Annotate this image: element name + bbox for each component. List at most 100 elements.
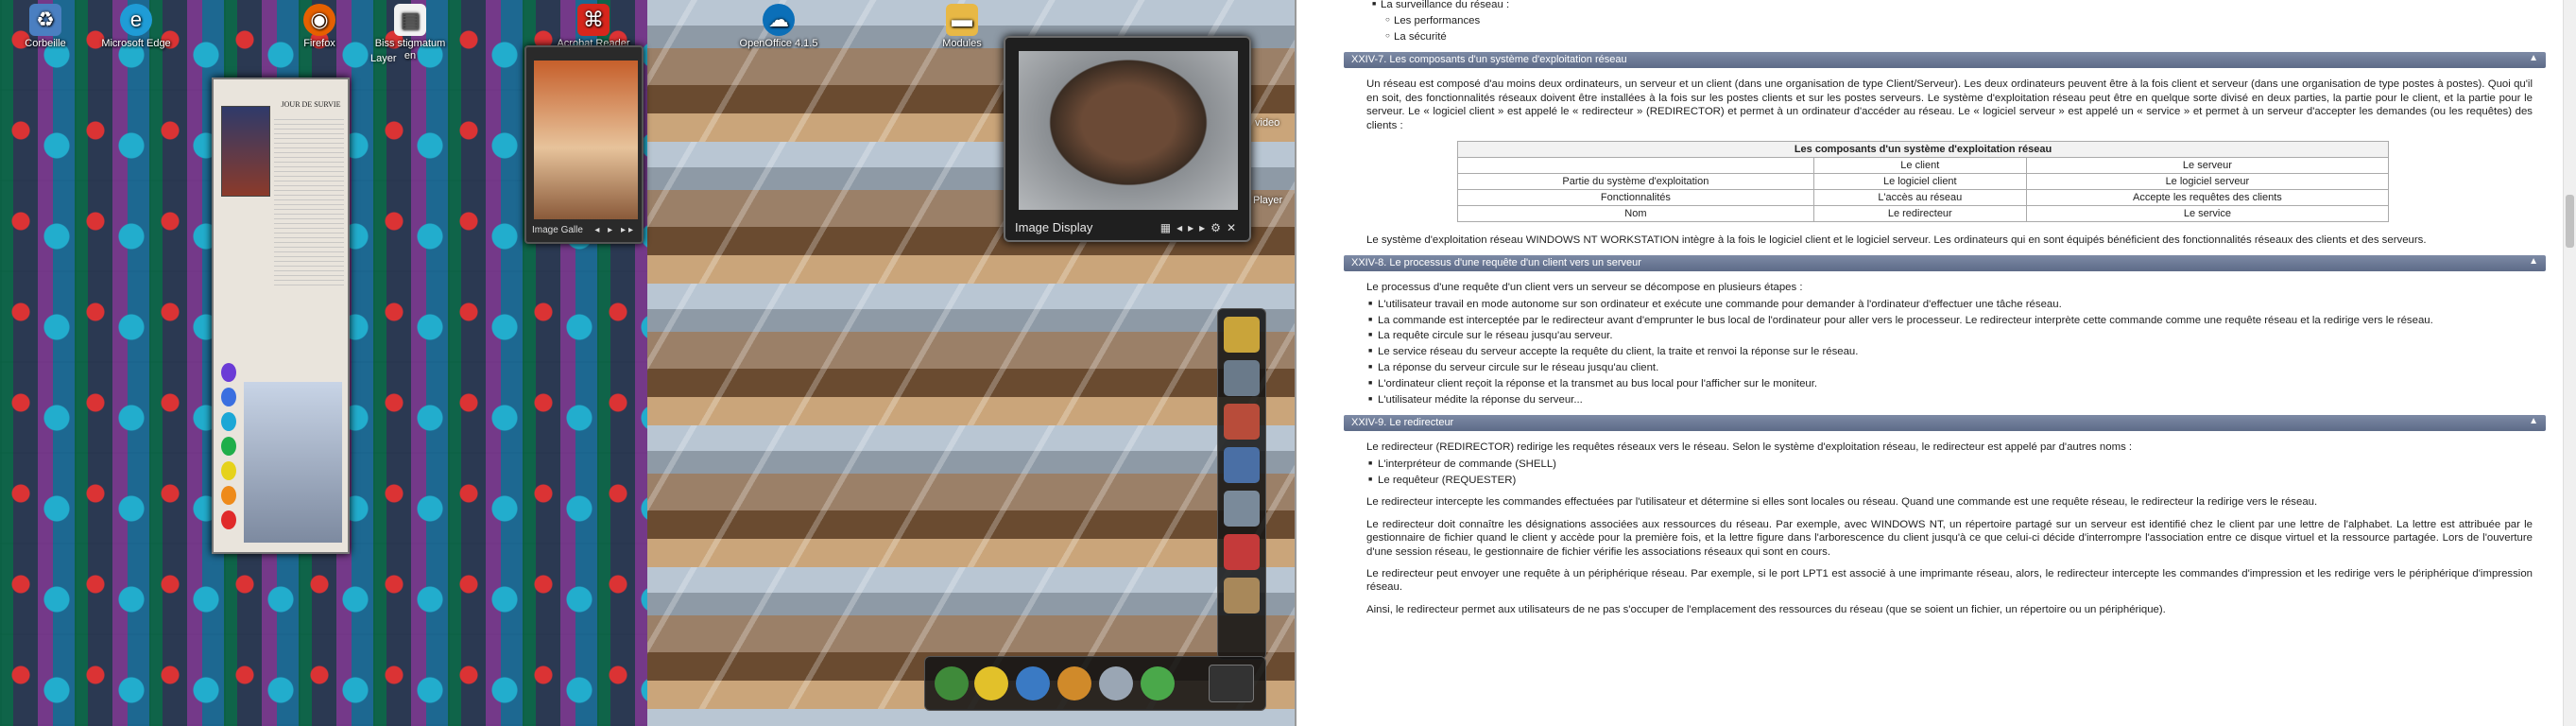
section-title: XXIV-9. Le redirecteur xyxy=(1351,417,1454,429)
acrobat-icon: ⌘ xyxy=(577,4,610,36)
image-display-title: Image Display xyxy=(1015,220,1093,234)
dock-app-icon[interactable] xyxy=(1141,666,1175,700)
scrollbar-thumb[interactable] xyxy=(2566,195,2574,248)
image-display-window[interactable]: Image Display ▦◂▸▸⚙✕ xyxy=(1004,36,1251,242)
collapse-icon[interactable]: ▲ xyxy=(2529,256,2538,267)
table-cell xyxy=(1457,157,1814,175)
chakra-dots xyxy=(221,363,240,535)
document-content: La surveillance du réseau : Les performa… xyxy=(1344,0,2546,625)
settings-icon[interactable]: ⚙ xyxy=(1211,221,1227,234)
statue-image xyxy=(244,382,342,543)
paragraph: Le redirecteur (REDIRECTOR) redirige les… xyxy=(1366,441,2133,454)
table-cell: Accepte les requêtes des clients xyxy=(2025,189,2390,207)
desktop-icon-modules[interactable]: ▬ Modules xyxy=(922,4,1002,50)
play-icon[interactable]: ▸ xyxy=(1188,221,1199,234)
dock-app-icon[interactable] xyxy=(1224,491,1260,527)
table-cell: Le client xyxy=(1812,157,2027,175)
table-cell: Nom xyxy=(1457,205,1814,223)
dock-app-icon[interactable] xyxy=(1224,578,1260,614)
dock-app-icon[interactable] xyxy=(1099,666,1133,700)
close-icon[interactable]: ✕ xyxy=(1227,221,1242,234)
table-cell: Fonctionnalités xyxy=(1457,189,1814,207)
paragraph: Le système d'exploitation réseau WINDOWS… xyxy=(1366,234,2427,247)
list-item: La réponse du serveur circule sur le rés… xyxy=(1368,360,2546,376)
desktop-icon-label: Modules xyxy=(942,38,982,49)
recycle-bin-icon: ♻ xyxy=(29,4,61,36)
paragraph: Le redirecteur peut envoyer une requête … xyxy=(1366,568,2533,594)
document-viewer: La surveillance du réseau : Les performa… xyxy=(1295,0,2576,726)
components-table: Les composants d'un système d'exploitati… xyxy=(1457,141,2390,223)
edge-icon: e xyxy=(120,4,152,36)
wallpaper-mountain xyxy=(647,425,1295,567)
paragraph: Ainsi, le redirecteur permet aux utilisa… xyxy=(1366,603,2166,615)
next-icon[interactable]: ▸ xyxy=(1199,221,1211,234)
list-item: La requête circule sur le réseau jusqu'a… xyxy=(1368,328,2546,344)
top-list: La surveillance du réseau : xyxy=(1372,0,2546,13)
dock-app-icon[interactable] xyxy=(1016,666,1050,700)
poster-title: JOUR DE SURVIE xyxy=(281,100,341,109)
table-row: Nom Le redirecteur Le service xyxy=(1457,205,2390,223)
dock-grid-icon[interactable] xyxy=(1209,665,1254,702)
collapse-icon[interactable]: ▲ xyxy=(2529,53,2538,63)
dock-app-icon[interactable] xyxy=(1057,666,1091,700)
section-header[interactable]: XXIV-7. Les composants d'un système d'ex… xyxy=(1344,52,2546,69)
poster-gadget[interactable]: JOUR DE SURVIE xyxy=(212,78,350,554)
vertical-dock xyxy=(1217,308,1266,660)
dock-app-icon[interactable] xyxy=(1224,317,1260,353)
table-cell: Le service xyxy=(2025,205,2390,223)
desktop-icon-label: OpenOffice 4.1.5 xyxy=(739,38,818,49)
desktop-icon-edge[interactable]: e Microsoft Edge xyxy=(96,4,176,50)
dock-app-icon[interactable] xyxy=(974,666,1008,700)
previous-icon[interactable]: ◂ xyxy=(1176,221,1188,234)
firefox-icon: ◉ xyxy=(303,4,335,36)
desktop-ghost-label: Layer xyxy=(370,53,397,64)
section-header[interactable]: XXIV-9. Le redirecteur ▲ xyxy=(1344,415,2546,432)
paragraph: Le redirecteur doit connaître les désign… xyxy=(1366,518,2533,558)
section-body: Le processus d'une requête d'un client v… xyxy=(1344,271,2546,294)
desktop-icon-openoffice[interactable]: ☁ OpenOffice 4.1.5 xyxy=(739,4,818,50)
names-list: L'interpréteur de commande (SHELL) Le re… xyxy=(1368,457,2546,489)
section-body: Un réseau est composé d'au moins deux or… xyxy=(1344,68,2546,132)
grid-icon[interactable]: ▦ xyxy=(1160,221,1176,234)
list-item: L'utilisateur médite la réponse du serve… xyxy=(1368,392,2546,408)
list-item: Le service réseau du serveur accepte la … xyxy=(1368,344,2546,360)
desktop-ghost-label: Player xyxy=(1253,195,1283,206)
photo-gadget[interactable]: Image Galle ◂ ▸ ▸▸ xyxy=(524,45,644,244)
table-row: Le client Le serveur xyxy=(1457,157,2390,175)
desktop-icon-firefox[interactable]: ◉ Firefox xyxy=(280,4,359,50)
table-cell: Le logiciel client xyxy=(1812,173,2027,191)
document-icon: ▤ xyxy=(394,4,426,36)
table-cell: Le serveur xyxy=(2025,157,2390,175)
dock-app-icon[interactable] xyxy=(1224,534,1260,570)
paragraph: Le redirecteur intercepte les commandes … xyxy=(1366,496,2318,509)
openoffice-icon: ☁ xyxy=(763,4,795,36)
section-body: Le redirecteur intercepte les commandes … xyxy=(1344,493,2546,616)
vertical-scrollbar[interactable] xyxy=(2563,0,2576,726)
portrait-image xyxy=(221,106,270,197)
table-caption: Les composants d'un système d'exploitati… xyxy=(1457,141,2389,159)
table-cell: L'accès au réseau xyxy=(1812,189,2027,207)
desktop-ghost-label: video xyxy=(1255,117,1280,129)
section-title: XXIV-7. Les composants d'un système d'ex… xyxy=(1351,54,1627,66)
photo-gadget-controls-icon[interactable]: ◂ ▸ ▸▸ xyxy=(594,225,636,235)
section-body: Le système d'exploitation réseau WINDOWS… xyxy=(1344,233,2546,247)
dock-app-icon[interactable] xyxy=(1224,447,1260,483)
list-item: La sécurité xyxy=(1385,28,2546,45)
paragraph: Le processus d'une requête d'un client v… xyxy=(1366,282,1803,294)
list-item: La surveillance du réseau : xyxy=(1372,0,2546,13)
poster-text-lines xyxy=(274,115,344,285)
dock-app-icon[interactable] xyxy=(935,666,969,700)
list-item: L'interpréteur de commande (SHELL) xyxy=(1368,457,2546,473)
dock-app-icon[interactable] xyxy=(1224,404,1260,440)
table-row: Fonctionnalités L'accès au réseau Accept… xyxy=(1457,189,2390,207)
section-body: Le redirecteur (REDIRECTOR) redirige les… xyxy=(1344,431,2546,454)
collapse-icon[interactable]: ▲ xyxy=(2529,416,2538,426)
desktop: ♻ Corbeille e Microsoft Edge ◉ Firefox ▤… xyxy=(0,0,1295,726)
list-item: La commande est interceptée par le redir… xyxy=(1368,313,2546,329)
desktop-icon-label: Firefox xyxy=(303,38,335,49)
section-header[interactable]: XXIV-8. Le processus d'une requête d'un … xyxy=(1344,255,2546,272)
steps-list: L'utilisateur travail en mode autonome s… xyxy=(1368,297,2546,408)
desktop-icon-recycle-bin[interactable]: ♻ Corbeille xyxy=(6,4,85,50)
image-display-controls[interactable]: ▦◂▸▸⚙✕ xyxy=(1160,221,1242,234)
dock-app-icon[interactable] xyxy=(1224,360,1260,396)
